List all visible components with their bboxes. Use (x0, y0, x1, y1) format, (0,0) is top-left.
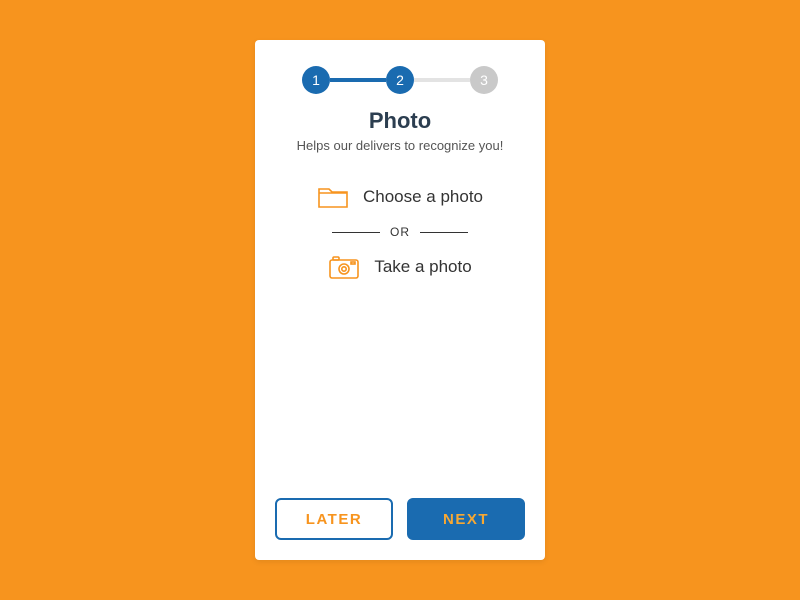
progress-bar-1-2 (330, 78, 386, 82)
divider-line-right (420, 232, 468, 233)
photo-options: Choose a photo OR Take a photo (275, 179, 525, 285)
take-photo-option[interactable]: Take a photo (328, 249, 471, 285)
onboarding-card: 1 2 3 Photo Helps our delivers to recogn… (255, 40, 545, 560)
progress-indicator: 1 2 3 (275, 66, 525, 94)
divider-line-left (332, 232, 380, 233)
or-divider: OR (332, 225, 468, 239)
progress-step-1: 1 (302, 66, 330, 94)
progress-bar-2-3 (414, 78, 470, 82)
choose-photo-option[interactable]: Choose a photo (317, 179, 483, 215)
progress-step-3: 3 (470, 66, 498, 94)
footer-buttons: LATER NEXT (275, 498, 525, 540)
take-photo-label: Take a photo (374, 257, 471, 277)
page-title: Photo (275, 108, 525, 134)
camera-icon (328, 253, 360, 281)
choose-photo-label: Choose a photo (363, 187, 483, 207)
folder-icon (317, 183, 349, 211)
or-label: OR (390, 225, 410, 239)
progress-step-2: 2 (386, 66, 414, 94)
later-button[interactable]: LATER (275, 498, 393, 540)
next-button[interactable]: NEXT (407, 498, 525, 540)
page-subtitle: Helps our delivers to recognize you! (275, 138, 525, 153)
